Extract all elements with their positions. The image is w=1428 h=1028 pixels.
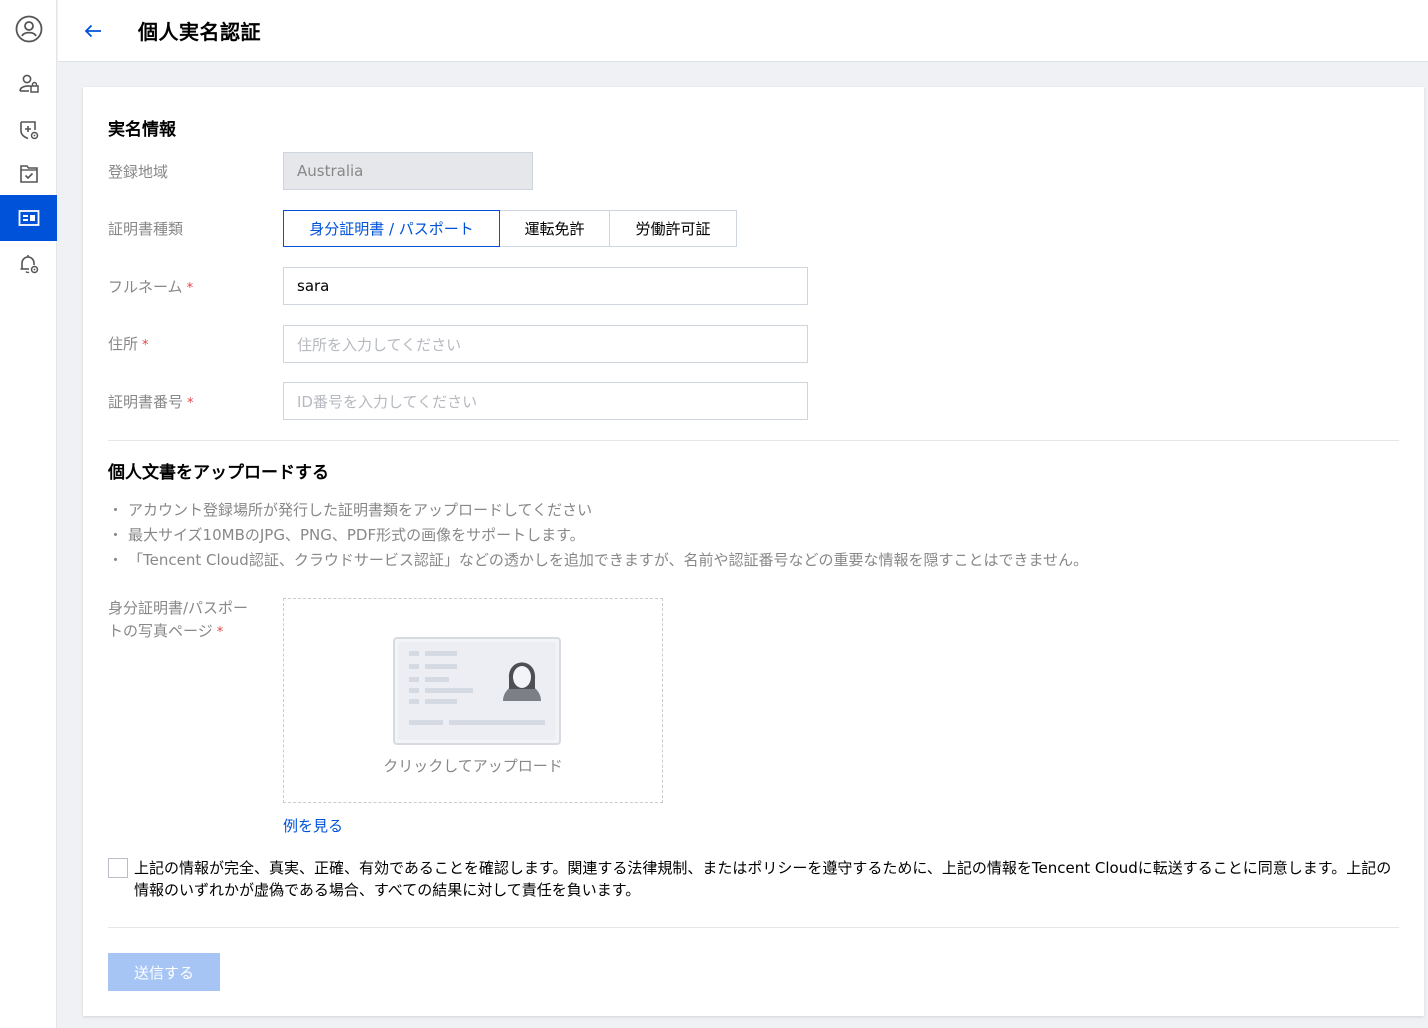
fullname-label: フルネーム * — [108, 276, 193, 297]
shield-settings-icon — [19, 121, 38, 140]
tip-item: ・最大サイズ10MBのJPG、PNG、PDF形式の画像をサポートします。 — [108, 526, 585, 544]
photo-page-label: 身分証明書/パスポートの写真ページ * — [108, 597, 258, 644]
page-header: 個人実名認証 — [58, 0, 1428, 62]
sidebar-item-account[interactable] — [0, 6, 57, 52]
submit-button[interactable]: 送信する — [108, 953, 220, 991]
tip-item: ・アカウント登録場所が発行した証明書類をアップロードしてください — [108, 501, 593, 519]
address-placeholder: 住所を入力してください — [297, 335, 462, 354]
verification-form-card: 実名情報 登録地域 Australia 証明書種類 身分証明書 / パスポート … — [83, 87, 1424, 1016]
id-card-icon — [18, 210, 39, 226]
required-mark: * — [142, 338, 149, 353]
folder-check-icon — [19, 165, 38, 183]
agreement-text: 上記の情報が完全、真実、正確、有効であることを確認します。関連する法律規制、また… — [134, 859, 1392, 899]
photo-upload-area[interactable]: クリックしてアップロード — [283, 598, 663, 803]
sidebar-item-records[interactable] — [0, 151, 57, 197]
photo-page-label-text: 身分証明書/パスポートの写真ページ — [108, 599, 249, 640]
upload-tips: ・アカウント登録場所が発行した証明書類をアップロードしてください ・最大サイズ1… — [108, 497, 1088, 572]
footer-divider — [108, 927, 1399, 928]
arrow-left-icon — [84, 24, 101, 38]
fullname-label-text: フルネーム — [108, 278, 183, 296]
sidebar-item-user-security[interactable] — [0, 61, 57, 107]
user-lock-icon — [18, 74, 39, 93]
idno-input[interactable]: ID番号を入力してください — [283, 382, 808, 420]
back-button[interactable] — [80, 18, 106, 44]
view-example-link[interactable]: 例を見る — [283, 815, 343, 836]
region-label: 登録地域 — [108, 163, 169, 181]
required-mark: * — [216, 625, 224, 640]
address-input[interactable]: 住所を入力してください — [283, 325, 808, 363]
doc-type-work-permit[interactable]: 労働許可証 — [609, 210, 737, 247]
account-circle-icon — [15, 15, 42, 43]
section-title-upload: 個人文書をアップロードする — [108, 463, 329, 483]
region-value: Australia — [297, 162, 364, 180]
agreement-checkbox[interactable] — [108, 858, 128, 878]
sidebar-item-notifications[interactable] — [0, 241, 57, 287]
idno-placeholder: ID番号を入力してください — [297, 392, 478, 411]
section-divider — [108, 440, 1399, 441]
doc-type-selector: 身分証明書 / パスポート 運転免許 労働許可証 — [283, 210, 737, 247]
address-label: 住所 * — [108, 333, 149, 354]
doc-type-drivers-license[interactable]: 運転免許 — [499, 210, 610, 247]
fullname-value: sara — [297, 277, 330, 295]
required-mark: * — [186, 281, 194, 296]
page-title: 個人実名認証 — [138, 20, 261, 44]
region-field: Australia — [283, 152, 533, 190]
tip-item: ・「Tencent Cloud認証、クラウドサービス認証」などの透かしを追加でき… — [108, 551, 1089, 569]
id-card-illustration-icon — [393, 637, 561, 745]
section-title-info: 実名情報 — [108, 120, 176, 140]
doc-type-label: 証明書種類 — [108, 220, 184, 238]
sidebar — [0, 0, 57, 1028]
fullname-input[interactable]: sara — [283, 267, 808, 305]
sidebar-item-identity[interactable] — [0, 195, 57, 241]
sidebar-item-security-settings[interactable] — [0, 107, 57, 153]
idno-label: 証明書番号 * — [108, 391, 194, 412]
address-label-text: 住所 — [108, 335, 139, 353]
doc-type-id-passport[interactable]: 身分証明書 / パスポート — [283, 210, 500, 247]
bell-settings-icon — [20, 255, 38, 274]
upload-hint: クリックしてアップロード — [383, 757, 563, 775]
idno-label-text: 証明書番号 — [108, 393, 184, 411]
required-mark: * — [187, 396, 194, 411]
